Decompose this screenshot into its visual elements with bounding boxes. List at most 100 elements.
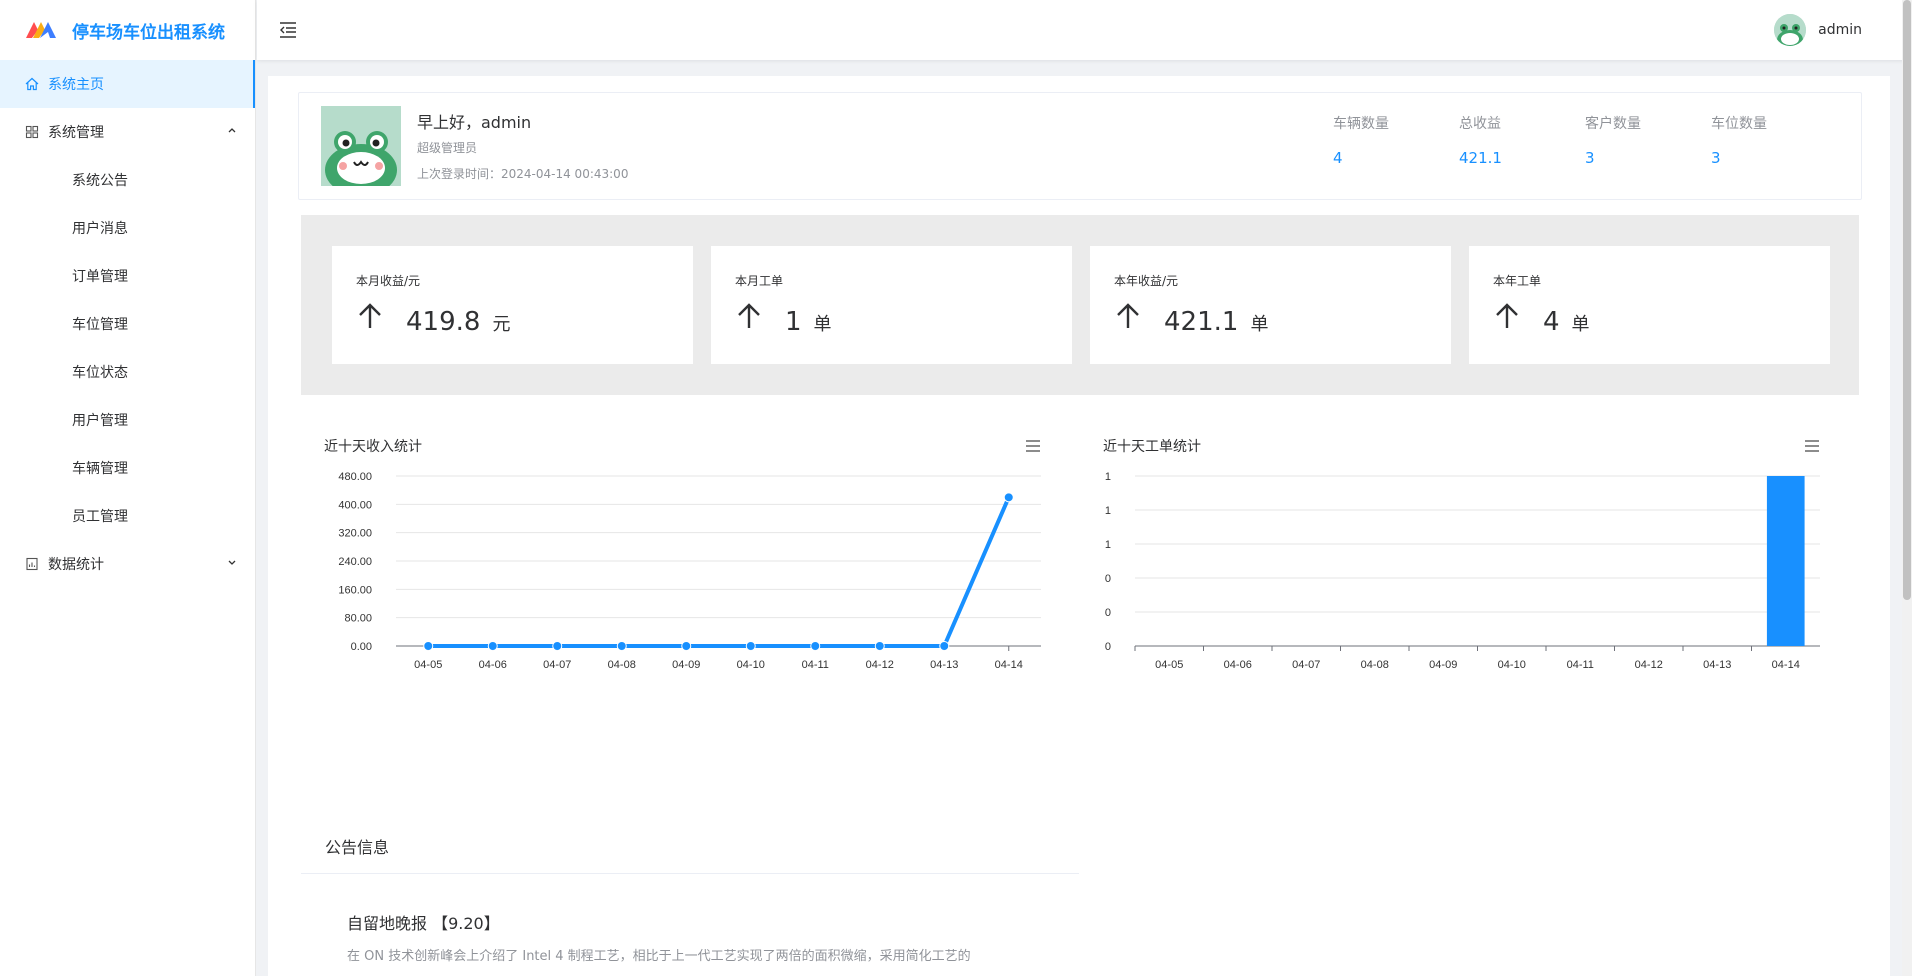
y-tick-label: 480.00 [338, 471, 372, 483]
series-line [428, 496, 1011, 648]
kpi-value-row: 419.8 元 [356, 302, 510, 337]
notice-item-title[interactable]: 自留地晚报 【9.20】 [347, 910, 500, 934]
revenue-chart-panel: 近十天收入统计 0.00 80.00 160.00 240.00 320.00 400.0… [301, 416, 1061, 816]
chevron-up-icon [227, 126, 237, 139]
summary-stats: 车辆数量 4 总收益 421.1 客户数量 3 车位数量 3 [1333, 113, 1837, 167]
y-tick-label: 0 [1105, 607, 1111, 619]
avatar [321, 106, 401, 186]
sidebar-item-users[interactable]: 用户管理 [0, 396, 255, 444]
x-tick-label: 04-13 [930, 659, 958, 671]
arrow-up-icon [738, 303, 760, 328]
data-point [1003, 492, 1014, 503]
stat-vehicles: 车辆数量 4 [1333, 113, 1459, 167]
kpi-card-year-revenue: 本年收益/元 421.1 单 [1090, 246, 1451, 364]
scrollbar-thumb[interactable] [1903, 0, 1911, 600]
y-tick-label: 0 [1105, 573, 1111, 585]
y-tick-label: 80.00 [344, 613, 372, 625]
kpi-title: 本月收益/元 [356, 274, 421, 288]
data-point [681, 641, 692, 651]
sidebar-item-home[interactable]: 系统主页 [0, 60, 255, 108]
kpi-title: 本月工单 [735, 274, 784, 288]
user-role: 超级管理员 [417, 141, 478, 155]
top-header: admin [257, 0, 1912, 60]
sidebar-item-announcements[interactable]: 系统公告 [0, 156, 255, 204]
orders-bar-chart[interactable]: 0 0 0 1 1 1 04-05 04-06 04-07 04-08 04-09 04-10 04-1… [1080, 416, 1840, 816]
y-tick-label: 400.00 [338, 499, 372, 511]
last-login-time: 上次登录时间：2024-04-14 00:43:00 [417, 167, 629, 181]
y-tick-label: 320.00 [338, 528, 372, 540]
x-tick-label: 04-13 [1703, 659, 1731, 671]
y-tick-label: 0.00 [351, 641, 372, 653]
kpi-value: 421.1 [1164, 307, 1239, 337]
welcome-panel: 早上好，admin 超级管理员 上次登录时间：2024-04-14 00:43:… [298, 92, 1862, 200]
chevron-down-icon [227, 558, 237, 571]
header-username: admin [1818, 22, 1862, 38]
kpi-card-month-revenue: 本月收益/元 419.8 元 [332, 246, 693, 364]
document-chart-icon [24, 556, 40, 572]
sidebar-item-orders[interactable]: 订单管理 [0, 252, 255, 300]
x-tick-label: 04-09 [672, 659, 700, 671]
sidebar-item-label: 用户消息 [72, 221, 128, 237]
arrow-up-icon [359, 303, 381, 328]
stat-label: 客户数量 [1585, 116, 1641, 132]
menu-fold-button[interactable] [277, 19, 299, 41]
x-tick-label: 04-08 [1361, 659, 1389, 671]
data-point [745, 641, 756, 651]
x-tick-label: 04-12 [1635, 659, 1663, 671]
stat-label: 车位数量 [1711, 116, 1767, 132]
page-scrollbar[interactable] [1902, 0, 1912, 976]
sidebar-item-user-messages[interactable]: 用户消息 [0, 204, 255, 252]
kpi-value-row: 421.1 单 [1114, 302, 1268, 337]
x-tick-label: 04-06 [479, 659, 507, 671]
stat-value: 3 [1711, 149, 1721, 167]
y-tick-label: 1 [1105, 505, 1111, 517]
grid-icon [24, 124, 40, 140]
home-icon [24, 76, 40, 92]
x-tick-label: 04-05 [414, 659, 442, 671]
sidebar-item-spaces[interactable]: 车位管理 [0, 300, 255, 348]
app-logo[interactable]: 停车场车位出租系统 [0, 0, 255, 60]
sidebar-item-label: 订单管理 [72, 269, 128, 285]
stat-value: 4 [1333, 149, 1343, 167]
arrow-up-icon [1117, 303, 1139, 328]
data-point [552, 641, 563, 651]
kpi-unit: 单 [1571, 314, 1590, 335]
sidebar-item-employees[interactable]: 员工管理 [0, 492, 255, 540]
sidebar-item-label: 员工管理 [72, 509, 128, 525]
kpi-unit: 单 [813, 314, 832, 335]
stat-label: 车辆数量 [1333, 116, 1389, 132]
x-tick-label: 04-11 [802, 659, 829, 671]
sidebar-item-space-status[interactable]: 车位状态 [0, 348, 255, 396]
revenue-line-chart[interactable]: 0.00 80.00 160.00 240.00 320.00 400.00 480.00 0… [301, 416, 1061, 816]
data-point [616, 641, 627, 651]
user-menu[interactable]: admin [1774, 14, 1862, 46]
sidebar-item-label: 系统管理 [48, 125, 104, 141]
bar [1766, 476, 1805, 646]
stat-value: 3 [1585, 149, 1595, 167]
sidebar: 停车场车位出租系统 系统主页 系统管理 系统公告 用户消息 订单管理 车位管理 … [0, 0, 256, 976]
x-tick-label: 04-14 [1772, 659, 1800, 671]
sidebar-item-system-management[interactable]: 系统管理 [0, 108, 255, 156]
sidebar-item-vehicles[interactable]: 车辆管理 [0, 444, 255, 492]
data-point [874, 641, 885, 651]
x-tick-label: 04-11 [1567, 659, 1594, 671]
y-tick-label: 1 [1105, 539, 1111, 551]
kpi-value: 419.8 [406, 307, 481, 337]
sidebar-item-statistics[interactable]: 数据统计 [0, 540, 255, 588]
sidebar-item-label: 车位管理 [72, 317, 128, 333]
notice-item-body: 在 ON 技术创新峰会上介绍了 Intel 4 制程工艺，相比于上一代工艺实现了… [347, 949, 971, 964]
y-tick-label: 240.00 [338, 556, 372, 568]
sidebar-item-label: 车辆管理 [72, 461, 128, 477]
data-point [939, 641, 950, 651]
notice-divider [301, 873, 1079, 874]
menu-fold-icon [280, 22, 296, 38]
x-tick-label: 04-05 [1155, 659, 1183, 671]
kpi-value-row: 1 单 [735, 302, 832, 337]
kpi-unit: 单 [1250, 314, 1269, 335]
x-tick-label: 04-07 [1292, 659, 1320, 671]
data-point [423, 641, 434, 651]
sidebar-item-label: 用户管理 [72, 413, 128, 429]
x-tick-label: 04-12 [866, 659, 894, 671]
sidebar-item-label: 系统公告 [72, 173, 128, 189]
kpi-value: 1 [785, 307, 802, 337]
